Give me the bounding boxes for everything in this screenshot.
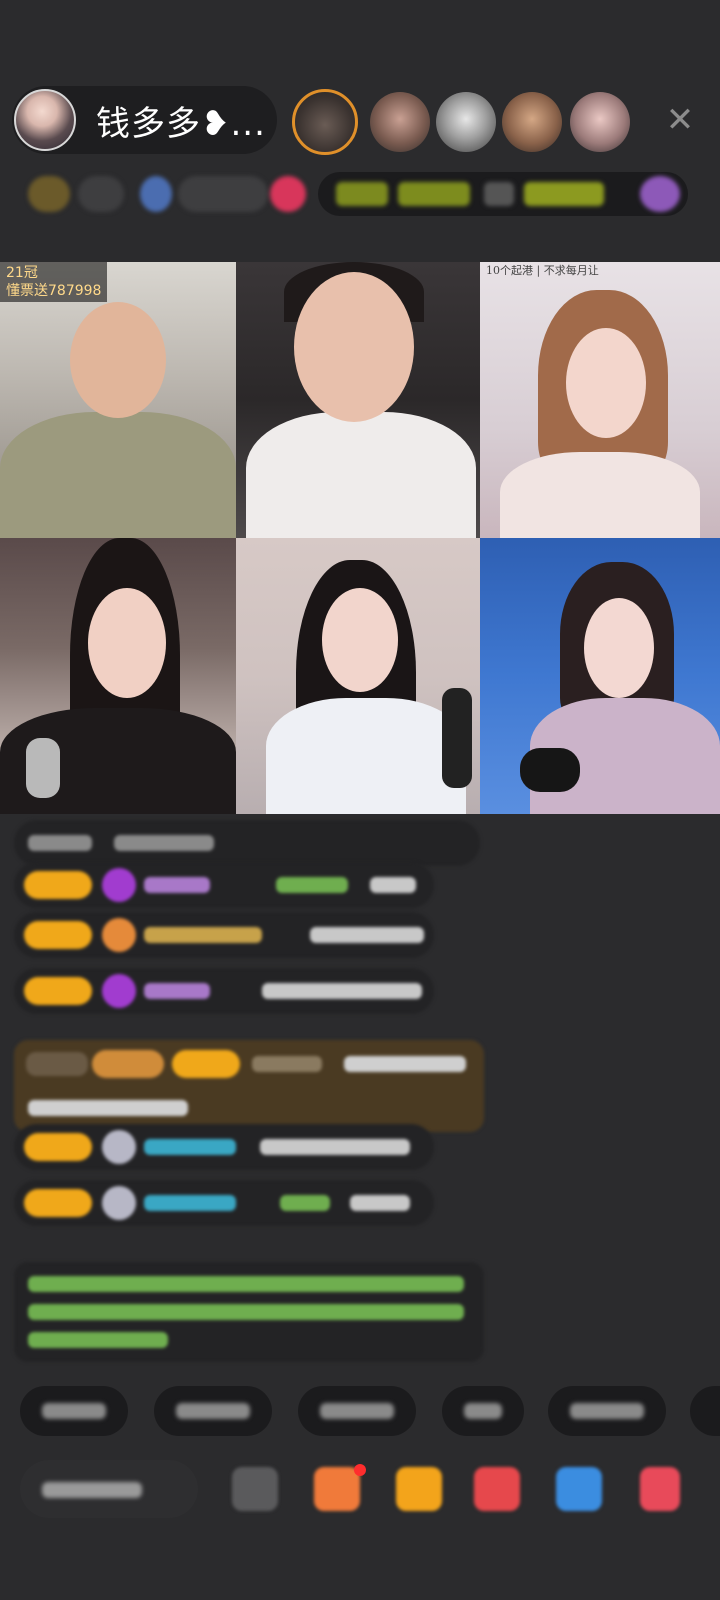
streamer-body	[0, 412, 236, 538]
streamer-face	[88, 588, 166, 698]
host-name: 钱多多❥...	[96, 103, 266, 144]
quick-reply-chip[interactable]	[690, 1386, 720, 1436]
quick-reply-chip[interactable]	[548, 1386, 666, 1436]
host-info[interactable]: 钱多多❥...	[12, 86, 277, 154]
fan-badge-icon	[102, 1130, 136, 1164]
microphone-icon	[442, 688, 472, 788]
fan-badge-icon	[102, 868, 136, 902]
level-badge	[24, 977, 92, 1005]
notice-message[interactable]	[14, 1040, 484, 1132]
chat-message[interactable]	[14, 1124, 434, 1170]
heart-icon[interactable]	[270, 176, 306, 212]
video-tile[interactable]: 10个起港 | 不求每月让	[480, 262, 720, 538]
emoji-icon[interactable]	[232, 1467, 278, 1511]
level-badge	[24, 1189, 92, 1217]
close-icon[interactable]: ✕	[660, 100, 700, 140]
tile-badge-score: 懂票送787998	[6, 283, 102, 299]
video-tile[interactable]	[480, 538, 720, 814]
tile-badge: 21冠 懂票送787998	[0, 262, 108, 302]
fan-badge-icon	[102, 974, 136, 1008]
streamer-face	[566, 328, 646, 438]
chat-username[interactable]	[144, 983, 210, 999]
tile-badge-rank: 21冠	[6, 265, 38, 281]
bottom-toolbar	[0, 1452, 720, 1526]
quick-reply-chip[interactable]	[154, 1386, 272, 1436]
video-tile[interactable]: 21冠 懂票送787998	[0, 262, 236, 538]
chat-username[interactable]	[144, 1195, 236, 1211]
fan-badge-icon	[102, 918, 136, 952]
quick-replies	[0, 1386, 720, 1436]
share-icon[interactable]	[556, 1467, 602, 1511]
level-badge	[24, 871, 92, 899]
gift-icon[interactable]	[396, 1467, 442, 1511]
chat-message[interactable]	[14, 968, 434, 1014]
fan-badge-icon	[102, 1186, 136, 1220]
chat-username[interactable]	[144, 877, 210, 893]
chat-username[interactable]	[144, 1139, 236, 1155]
chat-message[interactable]	[14, 862, 434, 908]
level-badge	[24, 1133, 92, 1161]
activity-chip	[484, 182, 514, 206]
chat-input[interactable]	[20, 1460, 198, 1518]
streamer-body	[246, 412, 476, 538]
status-row	[0, 172, 720, 216]
streamer-body	[500, 452, 700, 538]
video-tile[interactable]	[0, 538, 236, 814]
chat-message[interactable]	[14, 820, 480, 866]
redpacket-icon[interactable]	[474, 1467, 520, 1511]
quick-reply-chip[interactable]	[20, 1386, 128, 1436]
system-message	[14, 1262, 484, 1362]
microphone-icon	[26, 738, 60, 798]
activity-chip	[398, 182, 470, 206]
video-tile[interactable]	[236, 538, 480, 814]
streamer-face	[70, 302, 166, 418]
more-icon[interactable]	[640, 1467, 680, 1511]
level-badge	[24, 921, 92, 949]
rank-text	[78, 176, 124, 212]
quick-reply-chip[interactable]	[442, 1386, 524, 1436]
rank-badge[interactable]	[28, 176, 70, 212]
tile-note: 10个起港 | 不求每月让	[486, 264, 599, 277]
video-grid: 21冠 懂票送787998 10个起港 | 不求每月让	[0, 262, 720, 814]
chat-message[interactable]	[14, 1180, 434, 1226]
viewer-avatar[interactable]	[370, 92, 430, 152]
streamer-face	[584, 598, 654, 698]
video-tile[interactable]	[236, 262, 480, 538]
chat-message[interactable]	[14, 912, 434, 958]
viewer-avatar[interactable]	[292, 89, 358, 155]
lottery-icon[interactable]	[314, 1467, 360, 1511]
streamer-face	[322, 588, 398, 692]
activity-icon[interactable]	[640, 176, 680, 212]
chat-username[interactable]	[144, 927, 262, 943]
notification-dot	[354, 1464, 366, 1476]
activity-chip	[524, 182, 604, 206]
streamer-body	[266, 698, 466, 814]
microphone-icon	[520, 748, 580, 792]
viewer-avatar[interactable]	[436, 92, 496, 152]
streamer-face	[294, 272, 414, 422]
activity-chip	[336, 182, 388, 206]
host-avatar[interactable]	[14, 89, 76, 151]
viewer-avatar[interactable]	[502, 92, 562, 152]
quick-reply-chip[interactable]	[298, 1386, 416, 1436]
fans-badge[interactable]	[178, 176, 268, 212]
fans-icon[interactable]	[140, 176, 172, 212]
viewer-avatar[interactable]	[570, 92, 630, 152]
